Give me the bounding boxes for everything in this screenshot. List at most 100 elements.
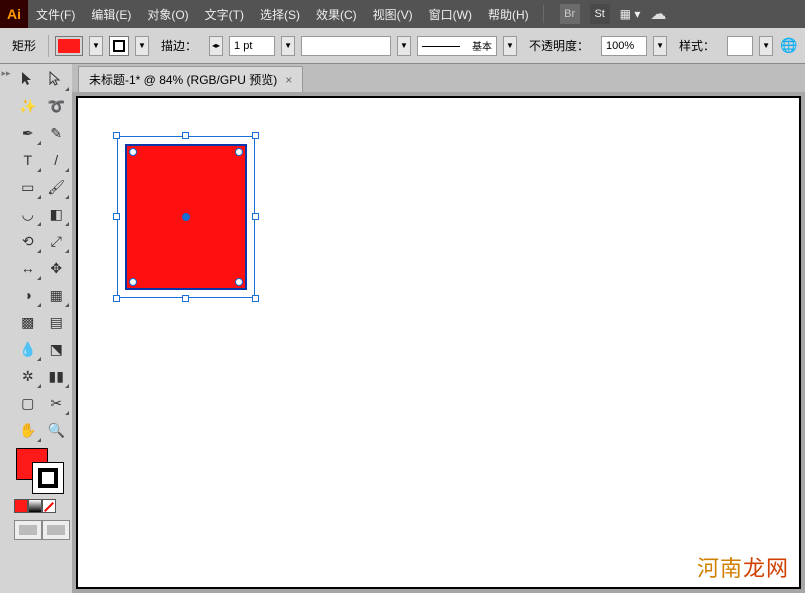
tab-title: 未标题-1* @ 84% (RGB/GPU 预览): [89, 71, 277, 88]
magic-wand-tool[interactable]: ✨: [14, 93, 42, 119]
selection-tool[interactable]: [14, 66, 42, 92]
width-tool[interactable]: ↔: [14, 255, 42, 281]
stroke-color-swatch[interactable]: [109, 36, 129, 56]
sync-cloud-icon[interactable]: ☁: [650, 4, 666, 24]
column-graph-tool[interactable]: ▮▮: [43, 363, 71, 389]
tab-close-icon[interactable]: ×: [285, 73, 292, 87]
fill-stroke-indicator[interactable]: [14, 448, 70, 496]
menubar-separator: [543, 5, 544, 23]
style-dropdown[interactable]: ▼: [759, 36, 773, 56]
control-bar: 矩形 ▼ ▼ 描边： ◂▸ ▼ ▼ 基本 ▼ 不透明度： ▼ 样式： ▼ 🌐: [0, 28, 805, 64]
fill-color-swatch[interactable]: [55, 36, 83, 56]
handle-left[interactable]: [113, 213, 120, 220]
stroke-square[interactable]: [32, 462, 64, 494]
symbol-sprayer-tool[interactable]: ✲: [14, 363, 42, 389]
handle-bottom[interactable]: [182, 295, 189, 302]
screen-mode-row: [14, 520, 70, 540]
collapse-handle-icon: ▸▸: [1, 68, 10, 79]
stroke-weight-label: 描边：: [155, 35, 203, 56]
menu-edit[interactable]: 编辑(E): [83, 6, 139, 23]
free-transform-tool[interactable]: ✥: [43, 255, 71, 281]
variable-width-dropdown[interactable]: ▼: [397, 36, 411, 56]
slice-tool[interactable]: ✂: [43, 390, 71, 416]
artboard[interactable]: [76, 96, 801, 589]
watermark: 河南龙网: [697, 551, 789, 583]
corner-widget-bl[interactable]: [129, 278, 137, 286]
tools-panel: ✨ ➰ ✒ ✎ T / ▭ 🖌 ◡ ◧ ⟲ ⤢ ↔ ✥ ◑ ▦: [12, 64, 72, 593]
handle-bottom-right[interactable]: [252, 295, 259, 302]
bridge-icon[interactable]: Br: [560, 4, 580, 24]
selected-rectangle-object[interactable]: [117, 136, 255, 298]
workspace: ▸▸ ✨ ➰ ✒ ✎ T / ▭ 🖌 ◡ ◧ ⟲ ⤢: [0, 64, 805, 593]
shape-builder-tool[interactable]: ◑: [14, 282, 42, 308]
handle-top-left[interactable]: [113, 132, 120, 139]
document-area: 未标题-1* @ 84% (RGB/GPU 预览) ×: [72, 64, 805, 593]
rectangle-tool[interactable]: ▭: [14, 174, 42, 200]
pen-tool[interactable]: ✒: [14, 120, 42, 146]
stock-icon[interactable]: St: [590, 4, 610, 24]
draw-behind-icon[interactable]: [42, 520, 70, 540]
fill-dropdown[interactable]: ▼: [89, 36, 103, 56]
color-gradient-icon[interactable]: [28, 499, 42, 513]
menu-select[interactable]: 选择(S): [252, 6, 308, 23]
hand-tool[interactable]: ✋: [14, 417, 42, 443]
mesh-tool[interactable]: ▩: [14, 309, 42, 335]
eraser-tool[interactable]: ◧: [43, 201, 71, 227]
lasso-tool[interactable]: ➰: [43, 93, 71, 119]
type-tool[interactable]: T: [14, 147, 42, 173]
variable-width-profile[interactable]: [301, 36, 391, 56]
handle-top-right[interactable]: [252, 132, 259, 139]
corner-widget-tl[interactable]: [129, 148, 137, 156]
draw-normal-icon[interactable]: [14, 520, 42, 540]
scale-tool[interactable]: ⤢: [43, 228, 71, 254]
brush-definition[interactable]: 基本: [417, 36, 497, 56]
menu-view[interactable]: 视图(V): [365, 6, 421, 23]
gradient-tool[interactable]: ▤: [43, 309, 71, 335]
corner-widget-tr[interactable]: [235, 148, 243, 156]
center-point[interactable]: [182, 213, 190, 221]
color-solid-icon[interactable]: [14, 499, 28, 513]
brush-dropdown[interactable]: ▼: [503, 36, 517, 56]
stroke-weight-stepper[interactable]: ◂▸: [209, 36, 223, 56]
blend-tool[interactable]: ⬔: [43, 336, 71, 362]
paintbrush-tool[interactable]: 🖌: [43, 174, 71, 200]
handle-top[interactable]: [182, 132, 189, 139]
menu-help[interactable]: 帮助(H): [480, 6, 537, 23]
brush-name: 基本: [472, 38, 492, 53]
stroke-dropdown[interactable]: ▼: [135, 36, 149, 56]
direct-selection-tool[interactable]: [43, 66, 71, 92]
opacity-dropdown[interactable]: ▼: [653, 36, 667, 56]
color-mode-row: [14, 499, 70, 513]
watermark-a: 河南: [697, 556, 743, 581]
menu-effect[interactable]: 效果(C): [308, 6, 365, 23]
artboard-tool[interactable]: ▢: [14, 390, 42, 416]
graphic-style-swatch[interactable]: [727, 36, 753, 56]
curvature-tool[interactable]: ✎: [43, 120, 71, 146]
document-setup-icon[interactable]: 🌐: [779, 36, 799, 56]
stroke-weight-dropdown[interactable]: ▼: [281, 36, 295, 56]
line-tool[interactable]: /: [43, 147, 71, 173]
document-tab[interactable]: 未标题-1* @ 84% (RGB/GPU 预览) ×: [78, 66, 303, 92]
handle-bottom-left[interactable]: [113, 295, 120, 302]
selection-type-label: 矩形: [6, 35, 42, 56]
perspective-grid-tool[interactable]: ▦: [43, 282, 71, 308]
menu-window[interactable]: 窗口(W): [421, 6, 480, 23]
eyedropper-tool[interactable]: 💧: [14, 336, 42, 362]
handle-right[interactable]: [252, 213, 259, 220]
zoom-tool[interactable]: 🔍: [43, 417, 71, 443]
shaper-tool[interactable]: ◡: [14, 201, 42, 227]
app-logo: Ai: [0, 0, 28, 28]
menu-type[interactable]: 文字(T): [197, 6, 252, 23]
opacity-label: 不透明度：: [523, 35, 595, 56]
canvas-viewport[interactable]: [72, 92, 805, 593]
arrange-docs-icon[interactable]: ▦ ▾: [620, 7, 641, 21]
stroke-weight-input[interactable]: [229, 36, 275, 56]
opacity-input[interactable]: [601, 36, 647, 56]
menu-object[interactable]: 对象(O): [139, 6, 196, 23]
corner-widget-br[interactable]: [235, 278, 243, 286]
color-none-icon[interactable]: [42, 499, 56, 513]
rotate-tool[interactable]: ⟲: [14, 228, 42, 254]
menu-file[interactable]: 文件(F): [28, 6, 83, 23]
panel-collapse-gutter[interactable]: ▸▸: [0, 64, 12, 593]
fill-color-preview: [58, 39, 80, 53]
